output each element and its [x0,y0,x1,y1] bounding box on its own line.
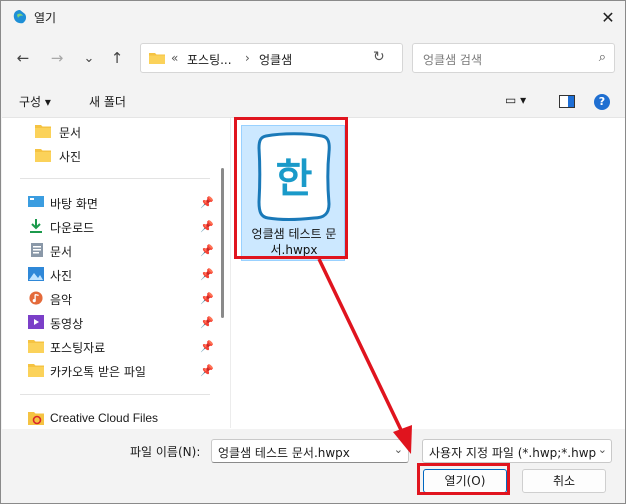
pin-icon: 📌 [200,340,214,353]
arrow-up-icon: ↑ [110,49,124,67]
sidebar-item-label: 사진 [59,150,82,164]
pin-icon: 📌 [200,268,214,281]
file-name-input[interactable]: 엉클샘 테스트 문서.hwpx ⌄ [211,439,409,463]
view-options-button[interactable]: ▭ ▾ [505,93,526,107]
music-icon [29,291,43,305]
sidebar-item-label: 문서 [59,126,82,140]
sidebar-divider [20,394,210,395]
arrow-left-icon: ← [16,49,30,67]
search-placeholder: 엉클샘 검색 [423,53,483,67]
close-icon: ✕ [601,7,615,27]
search-box[interactable]: 엉클샘 검색 ⌕ [412,43,615,73]
navigation-bar: ← → ⌄ ↑ « 포스팅... › 엉클샘 ↻ 엉클샘 검색 ⌕ [2,41,625,77]
breadcrumb-item-current[interactable]: 엉클샘 [259,51,292,68]
creative-cloud-icon [28,412,44,425]
pane-splitter[interactable] [230,118,231,428]
sidebar-item-kakaotalk-files[interactable]: 카카오톡 받은 파일 📌 [2,359,216,383]
sidebar-item-label: Creative Cloud Files [50,411,159,425]
breadcrumb-separator[interactable]: › [245,51,250,65]
breadcrumb-overflow[interactable]: « [171,51,178,65]
sidebar-item-pictures-folder[interactable]: 사진 [2,144,216,168]
sidebar-item-creative-cloud[interactable]: Creative Cloud Files [2,407,216,431]
window-title: 열기 [34,11,57,25]
sidebar-item-label: 사진 [50,269,73,283]
folder-icon [28,340,44,353]
chevron-down-icon: ⌄ [83,50,95,66]
new-folder-button[interactable]: 새 폴더 [89,93,126,110]
close-button[interactable]: ✕ [595,4,621,30]
pin-icon: 📌 [200,364,214,377]
sidebar-item-videos[interactable]: 동영상 📌 [2,311,216,335]
forward-button[interactable]: → [46,47,68,69]
pin-icon: 📌 [200,196,214,209]
up-button[interactable]: ↑ [106,47,128,69]
sidebar-item-music[interactable]: 음악 📌 [2,287,216,311]
search-icon: ⌕ [598,50,606,65]
chevron-down-icon[interactable]: ⌄ [595,443,607,456]
folder-icon [28,364,44,377]
sidebar-item-pictures[interactable]: 사진 📌 [2,263,216,287]
arrow-right-icon: → [50,49,64,67]
sidebar-item-label: 포스팅자료 [50,341,106,355]
sidebar-item-label: 음악 [50,293,73,307]
hancom-app-icon [13,10,27,24]
file-name-value: 엉클샘 테스트 문서.hwpx [218,446,350,460]
pin-icon: 📌 [200,220,214,233]
video-icon [28,315,44,329]
sidebar-item-label: 동영상 [50,317,84,331]
help-icon[interactable]: ? [594,94,610,110]
sidebar-item-label: 카카오톡 받은 파일 [50,365,146,379]
folder-icon [35,125,51,138]
preview-pane-icon[interactable] [559,95,575,108]
navigation-pane: 문서 사진 바탕 화면 📌 다운로드 📌 문서 📌 사진 📌 음악 📌 동영상 … [2,118,216,428]
pin-icon: 📌 [200,244,214,257]
address-bar[interactable]: « 포스팅... › 엉클샘 ↻ [140,43,403,73]
sidebar-scrollbar[interactable] [221,168,224,318]
desktop-icon [28,196,44,207]
sidebar-item-downloads[interactable]: 다운로드 📌 [2,215,216,239]
file-highlight-box [234,117,348,259]
recent-locations-button[interactable]: ⌄ [78,47,100,69]
folder-icon [149,53,165,64]
sidebar-item-label: 바탕 화면 [50,197,98,211]
title-bar: 열기 ✕ [2,2,625,32]
chevron-down-icon[interactable]: ⌄ [394,443,403,456]
folder-icon [35,149,51,162]
file-name-panel: 파일 이름(N): 엉클샘 테스트 문서.hwpx ⌄ 사용자 지정 파일 (*… [2,429,625,503]
file-name-label: 파일 이름(N): [130,445,201,459]
file-type-select[interactable]: 사용자 지정 파일 (*.hwp;*.hwp ⌄ [422,439,612,463]
organize-menu[interactable]: 구성 ▾ [19,93,51,110]
sidebar-divider [20,178,210,179]
sidebar-item-documents[interactable]: 문서 📌 [2,239,216,263]
sidebar-item-posting-materials[interactable]: 포스팅자료 📌 [2,335,216,359]
pin-icon: 📌 [200,292,214,305]
sidebar-item-label: 다운로드 [50,221,95,235]
refresh-icon[interactable]: ↻ [373,49,385,65]
pin-icon: 📌 [200,316,214,329]
open-button-highlight-box [417,463,510,495]
document-icon [31,243,43,257]
picture-icon [28,267,44,281]
sidebar-item-desktop[interactable]: 바탕 화면 📌 [2,191,216,215]
back-button[interactable]: ← [12,47,34,69]
sidebar-item-documents-folder[interactable]: 문서 [2,120,216,144]
cancel-button[interactable]: 취소 [522,469,606,493]
download-icon [30,219,42,233]
file-type-value: 사용자 지정 파일 (*.hwp;*.hwp [429,446,597,460]
command-bar: 구성 ▾ 새 폴더 ▭ ▾ ? [2,87,625,115]
sidebar-item-label: 문서 [50,245,73,259]
breadcrumb-item-posting[interactable]: 포스팅... [187,51,232,68]
